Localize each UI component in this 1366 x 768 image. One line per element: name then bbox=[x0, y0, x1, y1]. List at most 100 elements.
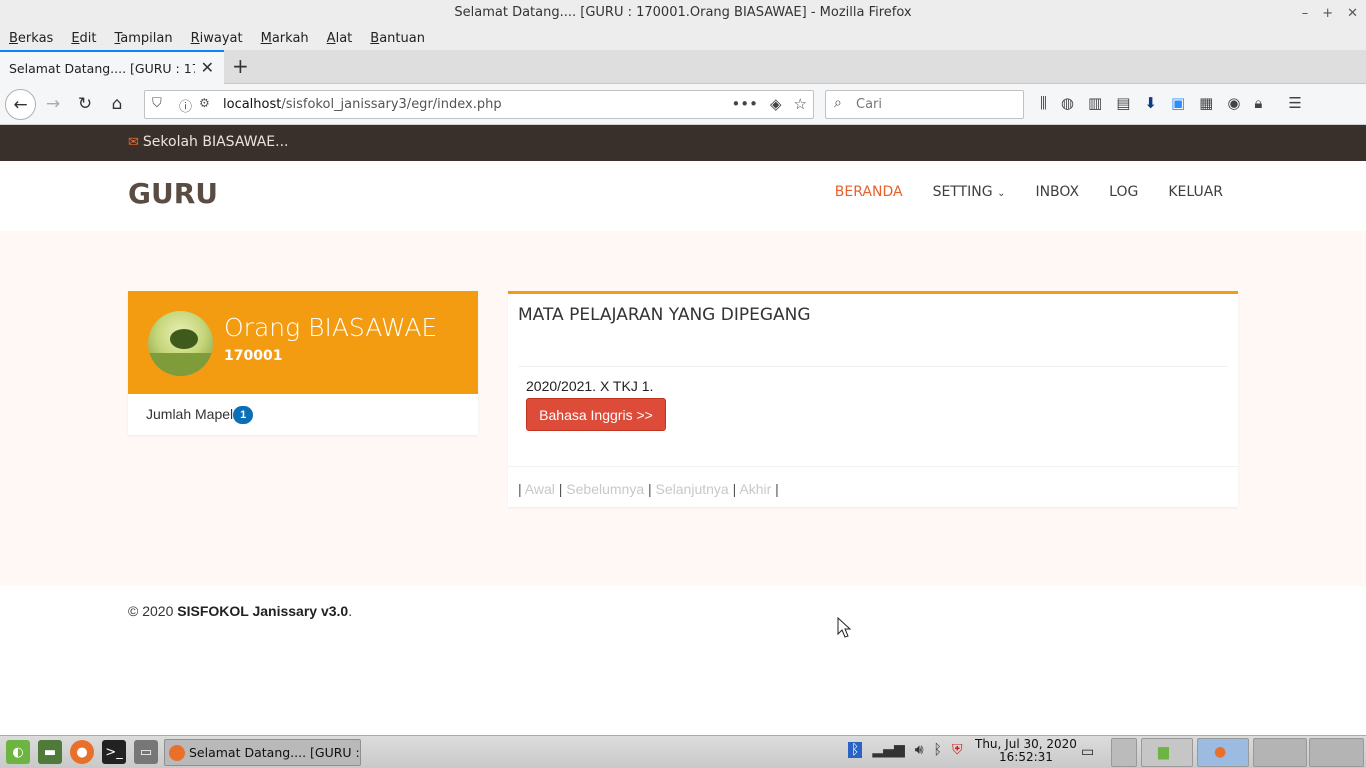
maximize-icon[interactable]: + bbox=[1322, 6, 1333, 21]
browser-tab[interactable]: Selamat Datang.... [GURU : 170001.Orang … bbox=[0, 50, 224, 84]
shield-icon[interactable]: ⛉ bbox=[152, 96, 162, 111]
search-input[interactable]: ⌕ Cari bbox=[825, 90, 1024, 119]
reload-icon: ↻ bbox=[77, 94, 93, 114]
search-placeholder: Cari bbox=[856, 97, 882, 112]
pager-prev[interactable]: Sebelumnya bbox=[566, 481, 644, 497]
mouse-cursor-icon bbox=[837, 617, 851, 638]
menu-markah[interactable]: Markah bbox=[261, 31, 309, 46]
back-button[interactable]: ← bbox=[5, 89, 36, 120]
mapel-label: Jumlah Mapel bbox=[146, 406, 234, 422]
taskbar-window-button[interactable]: Selamat Datang.... [GURU : 1... bbox=[164, 739, 361, 766]
sidebar-icon[interactable]: ▤ bbox=[1116, 94, 1130, 112]
home-button[interactable]: ⌂ bbox=[104, 91, 130, 117]
site-topbar: ✉ Sekolah BIASAWAE... bbox=[0, 125, 1366, 161]
menu-bantuan[interactable]: Bantuan bbox=[370, 31, 425, 46]
window-title-bar: Selamat Datang.... [GURU : 170001.Orang … bbox=[0, 0, 1366, 26]
tab-bar: Selamat Datang.... [GURU : 170001.Orang … bbox=[0, 50, 1366, 84]
profile-id: 170001 bbox=[224, 348, 283, 364]
download-icon[interactable]: ⬇ bbox=[1144, 94, 1157, 112]
site-header: GURU BERANDA SETTING ⌄ INBOX LOG KELUAR bbox=[0, 161, 1366, 231]
bluetooth-icon[interactable]: ᛒ bbox=[934, 742, 942, 758]
terminal-icon[interactable]: >_ bbox=[102, 740, 126, 764]
bookmark-star-icon[interactable]: ☆ bbox=[794, 95, 807, 113]
more-actions-icon[interactable]: ••• bbox=[731, 95, 758, 113]
nav-inbox[interactable]: INBOX bbox=[1035, 184, 1079, 200]
menu-berkas[interactable]: Berkas bbox=[9, 31, 53, 46]
footer-suffix: . bbox=[348, 603, 353, 619]
update-shield-icon[interactable]: ⛨ bbox=[952, 742, 963, 758]
minimize-icon[interactable]: – bbox=[1302, 6, 1309, 21]
folder-icon: ▆ bbox=[1158, 744, 1169, 760]
menu-alat[interactable]: Alat bbox=[327, 31, 353, 46]
taskbar-launchers: ◐ ▬ ● >_ ▭ bbox=[6, 740, 158, 764]
arrow-right-icon: → bbox=[45, 94, 61, 114]
mapel-count-row: Jumlah Mapel 1 bbox=[146, 406, 254, 424]
url-host: localhost bbox=[223, 97, 282, 112]
new-tab-icon[interactable]: + bbox=[232, 54, 249, 78]
pocket-icon[interactable]: ◈ bbox=[770, 95, 782, 113]
window-controls: – + ✕ bbox=[1302, 0, 1358, 26]
site-footer: © 2020 SISFOKOL Janissary v3.0. bbox=[128, 603, 352, 619]
envelope-icon: ✉ bbox=[128, 135, 139, 150]
workspace-1[interactable] bbox=[1253, 738, 1307, 767]
main-nav: BERANDA SETTING ⌄ INBOX LOG KELUAR bbox=[835, 184, 1223, 200]
hamburger-menu-icon[interactable]: ☰ bbox=[1288, 94, 1301, 112]
nav-beranda[interactable]: BERANDA bbox=[835, 184, 903, 200]
account-icon[interactable]: ◉ bbox=[1227, 94, 1240, 112]
chevron-down-icon: ⌄ bbox=[997, 188, 1006, 199]
bluetooth-tray-icon[interactable]: ᛒ bbox=[848, 742, 863, 758]
mint-menu-icon[interactable]: ◐ bbox=[6, 740, 30, 764]
forward-button[interactable]: → bbox=[40, 91, 66, 117]
video-icon[interactable]: ▣ bbox=[1171, 94, 1185, 112]
nav-setting[interactable]: SETTING ⌄ bbox=[933, 184, 1006, 200]
file-manager-window[interactable]: ▆ bbox=[1141, 738, 1193, 767]
info-icon[interactable]: ⓘ bbox=[179, 96, 192, 115]
url-bar[interactable]: ⛉ ⓘ ⚙ localhost/sisfokol_janissary3/egr/… bbox=[144, 90, 814, 119]
show-desktop-icon[interactable]: ▬ bbox=[38, 740, 62, 764]
box-title: MATA PELAJARAN YANG DIPEGANG bbox=[518, 305, 811, 325]
volume-icon[interactable]: 🔊︎ bbox=[915, 742, 924, 758]
nav-keluar[interactable]: KELUAR bbox=[1168, 184, 1223, 200]
menu-tampilan[interactable]: Tampilan bbox=[115, 31, 173, 46]
nav-log[interactable]: LOG bbox=[1109, 184, 1138, 200]
firefox-launcher-icon[interactable]: ● bbox=[70, 740, 94, 764]
avatar bbox=[148, 311, 213, 376]
mapel-count-badge: 1 bbox=[233, 406, 254, 424]
taskbar: ◐ ▬ ● >_ ▭ Selamat Datang.... [GURU : 1.… bbox=[0, 735, 1366, 768]
close-tab-icon[interactable]: ✕ bbox=[201, 58, 214, 77]
nav-setting-label: SETTING bbox=[932, 184, 993, 200]
profile-card: Orang BIASAWAE 170001 Jumlah Mapel 1 bbox=[128, 291, 478, 435]
firefox-icon bbox=[169, 745, 185, 761]
home-icon: ⌂ bbox=[111, 94, 123, 114]
profile-name: Orang BIASAWAE bbox=[224, 313, 438, 342]
lock-icon[interactable]: 🔒︎ bbox=[1254, 94, 1262, 112]
workspace-indicator[interactable] bbox=[1111, 738, 1137, 767]
menu-edit[interactable]: Edit bbox=[71, 31, 96, 46]
divider bbox=[508, 466, 1238, 467]
avatar-tree bbox=[170, 329, 198, 349]
firefox-window-icon: ● bbox=[1214, 744, 1227, 760]
pager-first[interactable]: Awal bbox=[525, 481, 555, 497]
files-launcher-icon[interactable]: ▭ bbox=[134, 740, 158, 764]
navigation-toolbar: ← → ↻ ⌂ ⛉ ⓘ ⚙ localhost/sisfokol_janissa… bbox=[0, 84, 1366, 125]
clock[interactable]: Thu, Jul 30, 2020 16:52:31 bbox=[975, 738, 1077, 764]
battery-icon[interactable]: ▭ bbox=[1081, 744, 1094, 760]
pager-next[interactable]: Selanjutnya bbox=[656, 481, 729, 497]
reload-button[interactable]: ↻ bbox=[72, 91, 98, 117]
subject-button[interactable]: Bahasa Inggris >> bbox=[526, 398, 666, 431]
network-icon[interactable]: ▂▄▆ bbox=[872, 742, 904, 758]
menu-riwayat[interactable]: Riwayat bbox=[191, 31, 243, 46]
close-window-icon[interactable]: ✕ bbox=[1347, 6, 1358, 21]
site-logo[interactable]: GURU bbox=[128, 177, 218, 210]
pager-last[interactable]: Akhir bbox=[739, 481, 771, 497]
taskbar-window-label: Selamat Datang.... [GURU : 1... bbox=[189, 745, 360, 760]
qr-icon[interactable]: ▦ bbox=[1199, 94, 1213, 112]
window-title: Selamat Datang.... [GURU : 170001.Orang … bbox=[454, 5, 912, 20]
firefox-window[interactable]: ● bbox=[1197, 738, 1249, 767]
permissions-icon[interactable]: ⚙ bbox=[199, 96, 210, 110]
library-icon[interactable]: ⫼ bbox=[1040, 94, 1047, 112]
globe-icon[interactable]: ◍ bbox=[1061, 94, 1074, 112]
reader-icon[interactable]: ▥ bbox=[1088, 94, 1102, 112]
footer-brand: SISFOKOL Janissary v3.0 bbox=[177, 603, 349, 619]
workspace-2[interactable] bbox=[1309, 738, 1364, 767]
